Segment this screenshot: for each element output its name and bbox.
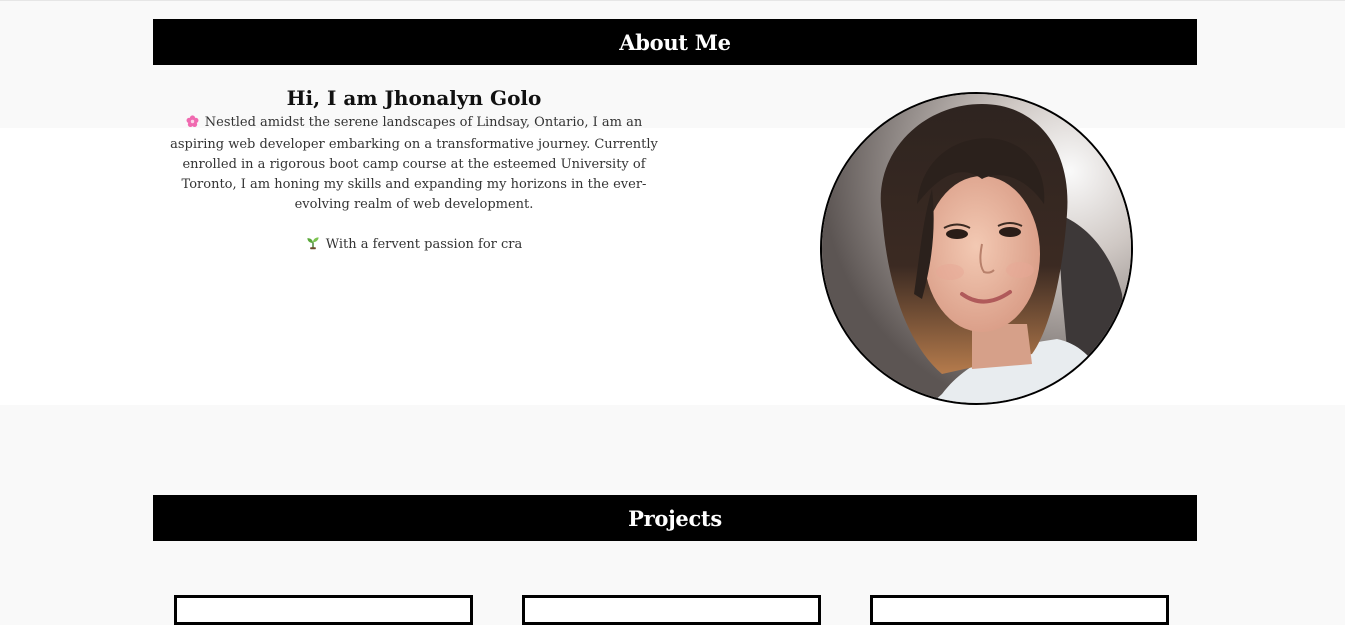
about-header-title: About Me xyxy=(619,29,731,55)
about-paragraph-1: Nestled amidst the serene landscapes of … xyxy=(160,113,668,215)
cherry-blossom-icon xyxy=(186,115,199,135)
about-paragraph-2-text: With a fervent passion for cra xyxy=(325,237,523,252)
projects-header-title: Projects xyxy=(628,505,722,531)
top-divider xyxy=(0,0,1345,1)
project-card-2[interactable] xyxy=(522,595,821,625)
about-paragraph-2: With a fervent passion for cra xyxy=(160,235,668,257)
about-greeting: Hi, I am Jhonalyn Golo xyxy=(286,86,542,110)
seedling-icon xyxy=(306,236,320,257)
projects-section-header: Projects xyxy=(153,495,1197,541)
about-paragraph-1-text: Nestled amidst the serene landscapes of … xyxy=(170,115,658,212)
project-card-1[interactable] xyxy=(174,595,473,625)
project-card-3[interactable] xyxy=(870,595,1169,625)
about-text-block: Hi, I am Jhonalyn Golo Nestled amidst th… xyxy=(160,84,668,257)
profile-photo xyxy=(820,92,1133,405)
about-section-header: About Me xyxy=(153,19,1197,65)
